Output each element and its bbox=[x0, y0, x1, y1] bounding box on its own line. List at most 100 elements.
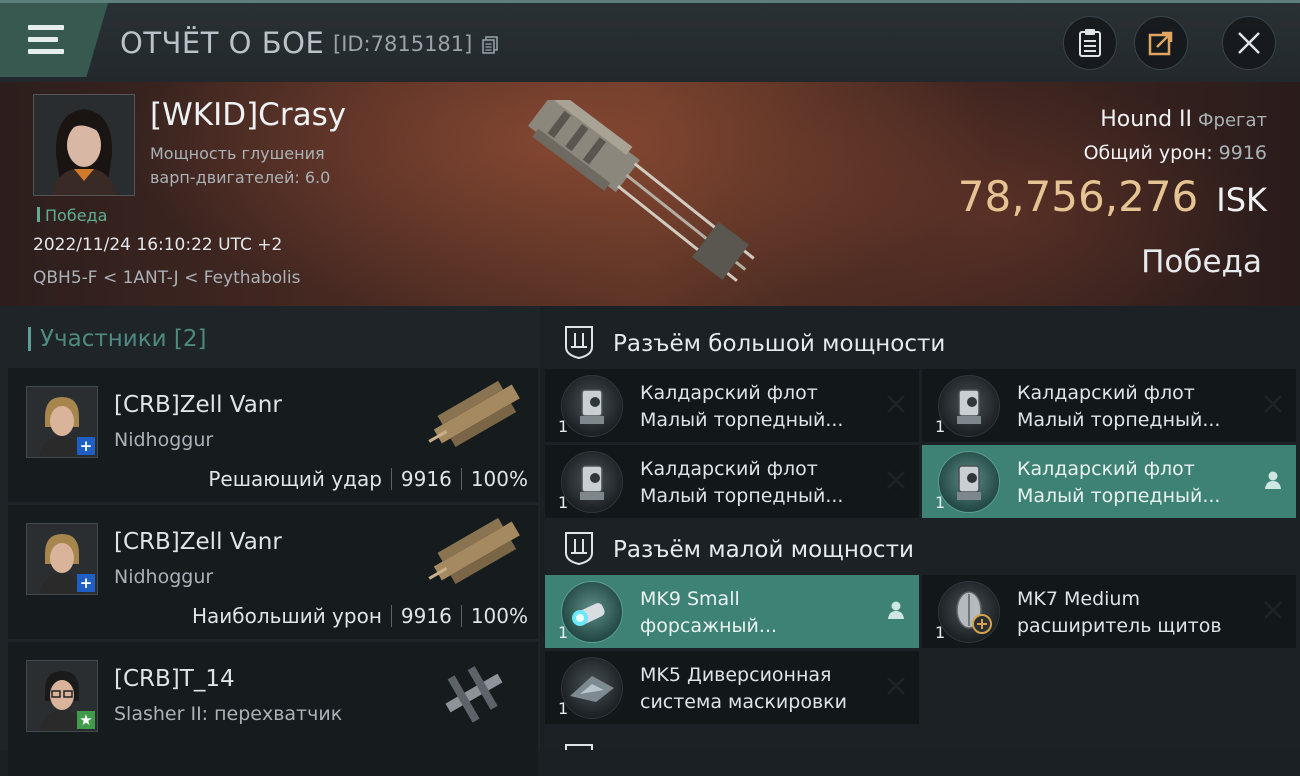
slot-quantity: 1 bbox=[558, 493, 569, 512]
share-button[interactable] bbox=[1134, 16, 1188, 70]
slot-name-line2: система маскировки bbox=[640, 691, 847, 713]
participant-badge: + bbox=[77, 574, 95, 592]
participant-role: Решающий удар bbox=[208, 467, 382, 491]
victim-name[interactable]: [WKID]Crasy bbox=[150, 97, 346, 133]
torpedo-launcher-icon bbox=[580, 389, 604, 424]
slot-quantity: 1 bbox=[935, 417, 946, 436]
result-label: Победа bbox=[1141, 244, 1262, 280]
slot-name-line1: MK9 Small bbox=[640, 588, 740, 610]
participant-ship: Nidhoggur bbox=[114, 566, 214, 588]
fitting-slot[interactable]: 1 Калдарский флот Малый торпедный... bbox=[545, 445, 919, 518]
slot-name-line2: Малый торпедный... bbox=[1017, 485, 1221, 507]
page-title: ОТЧЁТ О БОЕ bbox=[120, 26, 325, 60]
copy-icon[interactable] bbox=[482, 36, 498, 54]
high-slot-header: Разъём большой мощности bbox=[545, 312, 1300, 372]
participant-row[interactable]: + [CRB]Zell Vanr Nidhoggur Решающий удар 991… bbox=[8, 368, 538, 502]
slot-quantity: 1 bbox=[935, 623, 946, 642]
close-button[interactable] bbox=[1222, 16, 1276, 70]
slot-quantity: 1 bbox=[558, 417, 569, 436]
ship-class: Фрегат bbox=[1198, 110, 1267, 131]
fitting-slot[interactable]: 1 MK5 Диверсионная система маскировки bbox=[545, 651, 919, 724]
participant-role: Наибольший урон bbox=[191, 604, 382, 628]
slot-name-line2: форсажный... bbox=[640, 615, 778, 637]
participant-name[interactable]: [CRB]Zell Vanr bbox=[114, 392, 282, 418]
next-section-header bbox=[545, 730, 1300, 750]
high-slot-icon bbox=[565, 326, 593, 359]
participant-portrait[interactable]: + bbox=[26, 523, 98, 595]
participant-row[interactable]: ★ [CRB]T_14 Slasher II: перехватчик bbox=[8, 642, 538, 776]
slot-name-line2: Малый торпедный... bbox=[1017, 409, 1221, 431]
participant-ship: Slasher II: перехватчик bbox=[114, 703, 343, 725]
isk-amount: 78,756,276 bbox=[957, 172, 1199, 221]
ship-name: Hound II bbox=[1100, 107, 1193, 132]
stat-separator bbox=[390, 605, 392, 627]
destroyed-item-icon bbox=[887, 395, 905, 413]
slot-name-line1: MK7 Medium bbox=[1017, 588, 1140, 610]
high-slot-title: Разъём большой мощности bbox=[613, 331, 946, 357]
stat-separator bbox=[390, 468, 392, 490]
victim-portrait[interactable] bbox=[33, 94, 135, 196]
slot-name-line1: Калдарский флот bbox=[640, 458, 818, 480]
kill-location[interactable]: QBH5-F < 1ANT-J < Feythabolis bbox=[33, 268, 300, 288]
participant-ship: Nidhoggur bbox=[114, 429, 214, 451]
destroyed-item-icon bbox=[887, 677, 905, 695]
torpedo-launcher-icon bbox=[580, 465, 604, 500]
participant-portrait[interactable]: + bbox=[26, 386, 98, 458]
slot-quantity: 1 bbox=[558, 623, 569, 642]
fitting-slot[interactable]: 1 Калдарский флот Малый торпедный... bbox=[545, 369, 919, 442]
kill-datetime: 2022/11/24 16:10:22 UTC +2 bbox=[33, 235, 283, 255]
slot-quantity: 1 bbox=[935, 493, 946, 512]
isk-value: 78,756,276 ISK bbox=[958, 172, 1267, 221]
fitting-slot[interactable]: 1 MK7 Medium расширитель щитов bbox=[922, 575, 1296, 648]
participant-name[interactable]: [CRB]Zell Vanr bbox=[114, 529, 282, 555]
slot-name-line2: Малый торпедный... bbox=[640, 409, 844, 431]
clipboard-button[interactable] bbox=[1063, 16, 1117, 70]
status-label: Победа bbox=[45, 206, 108, 225]
participants-title: Участники [2] bbox=[40, 326, 207, 352]
destroyed-item-icon bbox=[887, 471, 905, 489]
slot-icon-frame bbox=[938, 375, 1000, 437]
slot-name-line1: MK5 Диверсионная bbox=[640, 664, 832, 686]
total-damage-value: 9916 bbox=[1218, 142, 1267, 164]
slot-icon-frame bbox=[561, 581, 623, 643]
slot-name-line1: Калдарский флот bbox=[1017, 382, 1195, 404]
slot-name-line1: Калдарский флот bbox=[1017, 458, 1195, 480]
fitting-slot[interactable]: 1 Калдарский флот Малый торпедный... bbox=[922, 369, 1296, 442]
dropped-item-icon bbox=[1265, 471, 1281, 489]
slot-quantity: 1 bbox=[558, 699, 569, 718]
isk-unit: ISK bbox=[1216, 181, 1267, 219]
participants-accent bbox=[28, 327, 31, 351]
stat-separator bbox=[460, 605, 462, 627]
slot-icon-frame bbox=[561, 451, 623, 513]
status-indicator bbox=[37, 207, 40, 222]
afterburner-icon bbox=[572, 603, 605, 626]
warp-disruption-value: варп-двигателей: 6.0 bbox=[150, 168, 331, 187]
dropped-item-icon bbox=[888, 601, 904, 619]
low-slot-title: Разъём малой мощности bbox=[613, 537, 914, 563]
participant-percent: 100% bbox=[470, 467, 528, 491]
section-icon bbox=[565, 744, 593, 750]
destroyed-item-icon bbox=[1264, 601, 1282, 619]
report-id: [ID:7815181] bbox=[333, 32, 473, 56]
total-damage-label: Общий урон: bbox=[1083, 142, 1213, 164]
participant-name[interactable]: [CRB]T_14 bbox=[114, 666, 235, 692]
slot-name-line2: расширитель щитов bbox=[1017, 615, 1222, 637]
slot-icon-frame bbox=[938, 451, 1000, 513]
fitting-slot[interactable]: 1 Калдарский флот Малый торпедный... bbox=[922, 445, 1296, 518]
slot-name-line1: Калдарский флот bbox=[640, 382, 818, 404]
participant-damage: 9916 bbox=[400, 467, 452, 491]
destroyed-item-icon bbox=[1264, 395, 1282, 413]
participant-ship-image bbox=[428, 517, 520, 584]
victim-ship[interactable]: Hound II Фрегат bbox=[1100, 107, 1267, 132]
slot-icon-frame bbox=[561, 657, 623, 719]
slot-name-line2: Малый торпедный... bbox=[640, 485, 844, 507]
participant-damage: 9916 bbox=[400, 604, 452, 628]
total-damage: Общий урон: 9916 bbox=[1084, 142, 1267, 164]
participant-badge: ★ bbox=[77, 711, 95, 729]
fitting-slot[interactable]: 1 MK9 Small форсажный... bbox=[545, 575, 919, 648]
participant-row[interactable]: + [CRB]Zell Vanr Nidhoggur Наибольший урон 9… bbox=[8, 505, 538, 639]
participant-portrait[interactable]: ★ bbox=[26, 660, 98, 732]
share-icon bbox=[1148, 31, 1173, 56]
victim-avatar bbox=[34, 95, 134, 195]
torpedo-launcher-icon bbox=[957, 389, 981, 424]
